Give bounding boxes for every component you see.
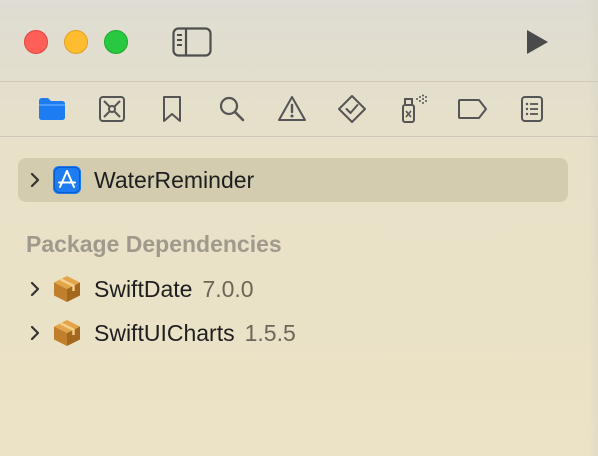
play-icon bbox=[527, 30, 548, 54]
disclosure-toggle[interactable] bbox=[18, 171, 52, 189]
sidebar-toggle-button[interactable] bbox=[172, 26, 212, 58]
report-list-icon bbox=[521, 96, 543, 122]
tab-debug-navigator[interactable] bbox=[394, 93, 430, 125]
chevron-right-icon bbox=[30, 325, 40, 341]
bookmark-icon bbox=[163, 96, 181, 122]
sidebar-left-icon bbox=[172, 27, 212, 57]
warning-icon bbox=[278, 96, 306, 121]
tab-report-navigator[interactable] bbox=[514, 93, 550, 125]
package-icon bbox=[52, 318, 82, 348]
navbar-divider bbox=[0, 136, 598, 137]
test-diamond-icon bbox=[338, 95, 366, 123]
package-name: SwiftDate bbox=[94, 275, 193, 302]
tree-row-project[interactable]: WaterReminder bbox=[18, 158, 568, 202]
tab-source-control-navigator[interactable] bbox=[94, 93, 130, 125]
tree-row-package[interactable]: SwiftUICharts 1.5.5 bbox=[18, 311, 568, 355]
xcode-window: WaterReminder Package Dependencies Swift… bbox=[0, 0, 598, 456]
package-version: 7.0.0 bbox=[202, 275, 254, 302]
source-control-icon bbox=[99, 96, 125, 122]
package-version: 1.5.5 bbox=[244, 319, 296, 346]
tab-breakpoint-navigator[interactable] bbox=[454, 93, 490, 125]
chevron-right-icon bbox=[30, 172, 40, 188]
tab-test-navigator[interactable] bbox=[334, 93, 370, 125]
package-dependencies-header: Package Dependencies bbox=[26, 231, 282, 257]
title-bar bbox=[0, 0, 598, 82]
title-divider bbox=[0, 81, 598, 82]
package-name: SwiftUICharts bbox=[94, 319, 235, 346]
disclosure-toggle[interactable] bbox=[18, 324, 52, 342]
project-name: WaterReminder bbox=[94, 166, 255, 193]
breakpoint-tag-icon bbox=[458, 99, 487, 119]
tab-project-navigator[interactable] bbox=[34, 93, 70, 125]
run-button[interactable] bbox=[518, 26, 554, 58]
minimize-window-button[interactable] bbox=[64, 30, 88, 54]
package-icon bbox=[52, 274, 82, 304]
zoom-window-button[interactable] bbox=[104, 30, 128, 54]
tab-find-navigator[interactable] bbox=[214, 93, 250, 125]
app-project-icon bbox=[52, 165, 82, 195]
navigator-tab-bar bbox=[0, 83, 598, 135]
tab-issue-navigator[interactable] bbox=[274, 93, 310, 125]
tab-bookmark-navigator[interactable] bbox=[154, 93, 190, 125]
close-window-button[interactable] bbox=[24, 30, 48, 54]
disclosure-toggle[interactable] bbox=[18, 280, 52, 298]
debug-spray-icon bbox=[402, 94, 427, 123]
folder-icon bbox=[39, 98, 65, 120]
chevron-right-icon bbox=[30, 281, 40, 297]
tree-row-package[interactable]: SwiftDate 7.0.0 bbox=[18, 267, 568, 311]
search-icon bbox=[219, 96, 245, 122]
